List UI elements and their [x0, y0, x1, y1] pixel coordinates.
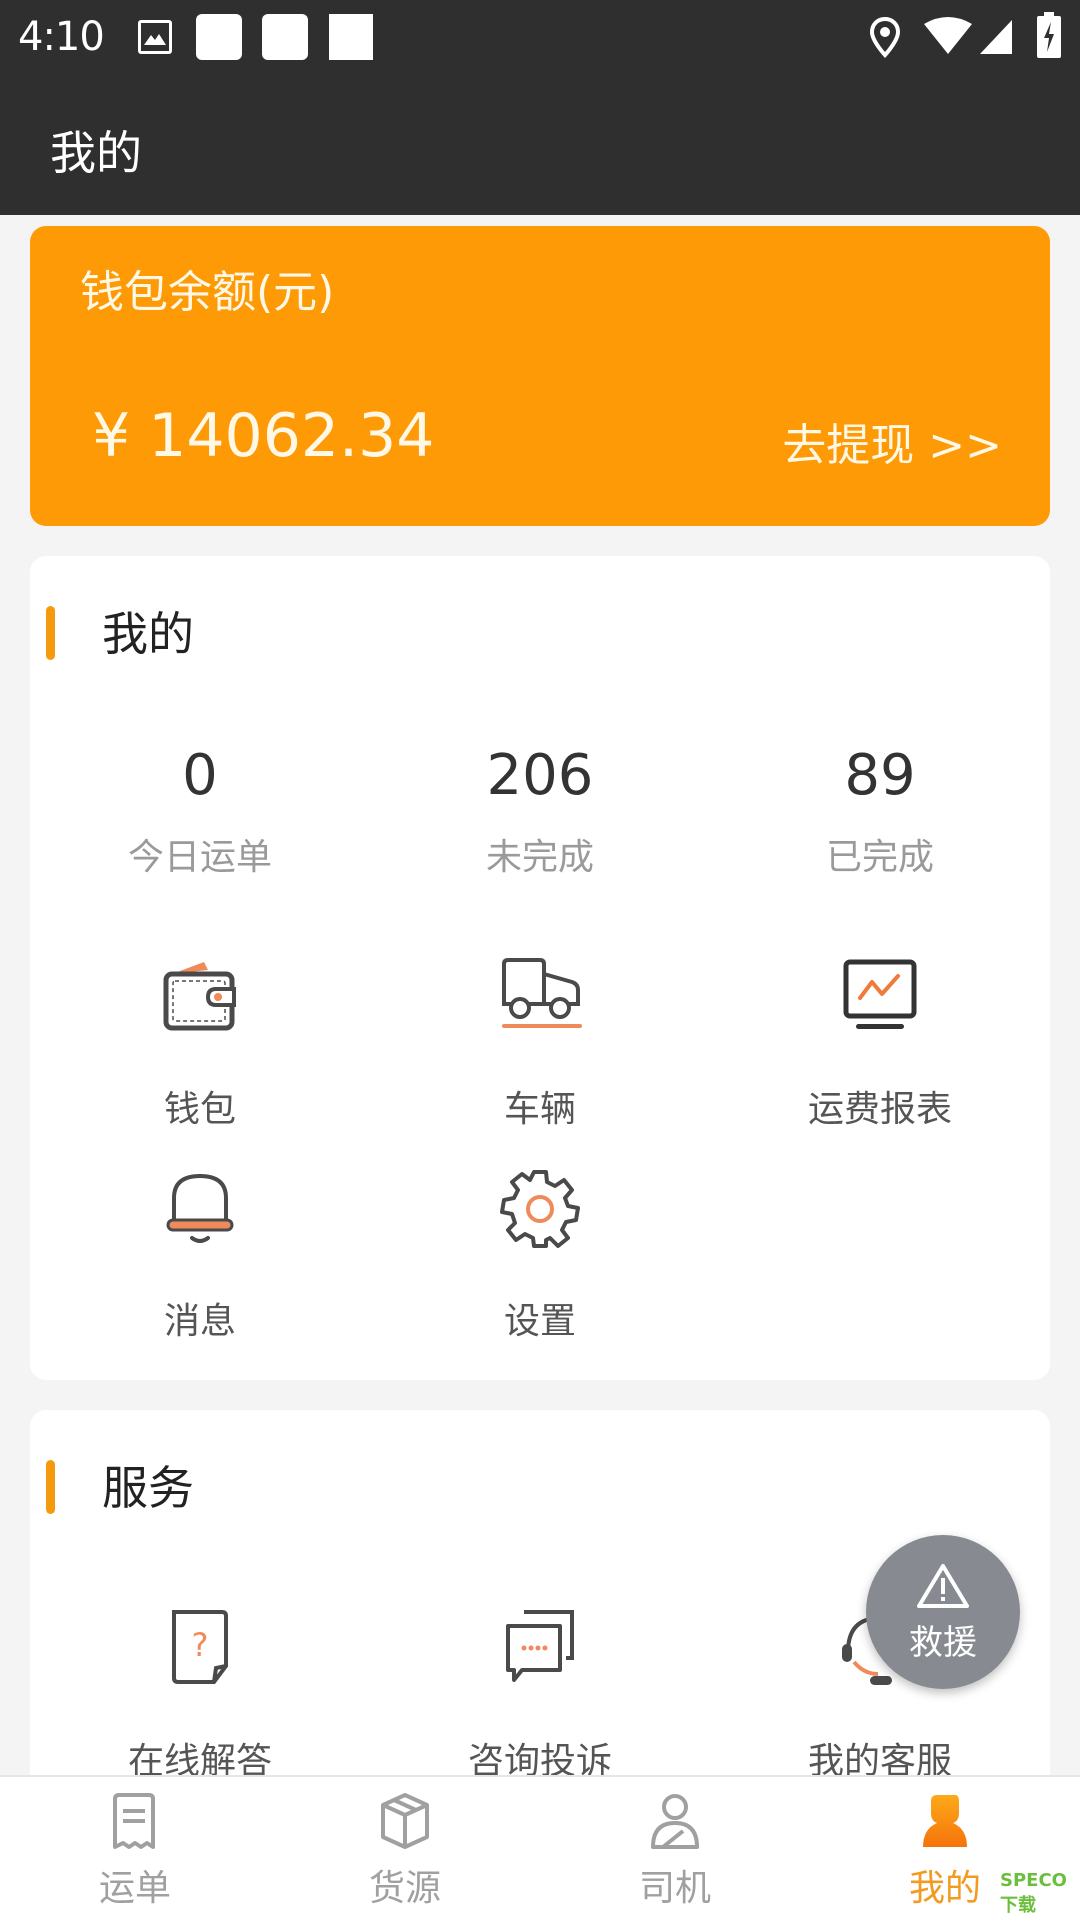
wallet-balance-card[interactable]: 钱包余额(元) ¥14062.34 去提现 >> — [30, 226, 1050, 526]
bell-icon — [166, 1173, 234, 1243]
question-doc-icon: ? — [172, 1610, 228, 1684]
report-chart-icon — [843, 959, 917, 1029]
section-accent-bar — [46, 606, 55, 660]
signal-icon — [980, 20, 1012, 54]
nav-label: 运单 — [98, 1868, 171, 1909]
section-accent-bar — [46, 1460, 55, 1514]
wifi-icon — [924, 17, 972, 54]
notification-placeholder-icon — [329, 14, 373, 60]
grid-item-online-answers[interactable]: ? 在线解答 — [30, 1608, 370, 1784]
battery-charging-icon — [1037, 12, 1061, 58]
stat-value: 0 — [182, 743, 218, 808]
notification-placeholder-icon — [262, 14, 308, 60]
status-time: 4:10 — [18, 14, 105, 60]
package-box-icon — [381, 1793, 429, 1849]
rescue-button[interactable]: 救援 — [866, 1535, 1020, 1689]
grid-item-freight-report[interactable]: 运费报表 — [710, 956, 1050, 1132]
grid-label: 消息 — [163, 1301, 236, 1342]
page-title: 我的 — [50, 126, 142, 180]
nav-label: 司机 — [638, 1868, 711, 1909]
notification-placeholder-icon — [196, 14, 242, 60]
stat-value: 89 — [844, 743, 916, 808]
withdraw-link[interactable]: 去提现 >> — [782, 409, 1002, 473]
nav-label: 货源 — [368, 1868, 441, 1909]
grid-item-consult-complaint[interactable]: 咨询投诉 — [370, 1608, 710, 1784]
svg-text:?: ? — [192, 1626, 209, 1664]
grid-item-settings[interactable]: 设置 — [370, 1168, 710, 1344]
grid-item-wallet[interactable]: 钱包 — [30, 956, 370, 1132]
wallet-balance-amount: ¥14062.34 — [92, 401, 434, 471]
driver-icon — [651, 1794, 699, 1849]
gear-icon — [500, 1170, 580, 1248]
stat-value: 206 — [486, 743, 594, 808]
grid-label: 车辆 — [503, 1089, 576, 1130]
user-icon — [923, 1795, 967, 1847]
wallet-icon — [163, 962, 236, 1031]
image-icon — [138, 20, 172, 54]
wallet-balance-label: 钱包余额(元) — [80, 267, 335, 318]
grid-label: 钱包 — [163, 1089, 236, 1130]
nav-tab-driver[interactable]: 司机 — [540, 1777, 810, 1920]
balance-value: 14062.34 — [148, 401, 435, 471]
nav-tab-waybill[interactable]: 运单 — [0, 1777, 270, 1920]
waybill-icon — [113, 1793, 155, 1849]
app-bar: 我的 — [0, 95, 1080, 215]
section-header: 服务 — [30, 1452, 1050, 1515]
grid-item-messages[interactable]: 消息 — [30, 1168, 370, 1344]
stat-label: 今日运单 — [127, 837, 272, 878]
stat-label: 已完成 — [825, 837, 934, 878]
stat-today-orders[interactable]: 0 今日运单 — [30, 736, 370, 880]
currency-symbol: ¥ — [92, 401, 131, 471]
stat-label: 未完成 — [485, 837, 594, 878]
nav-tab-cargo-source[interactable]: 货源 — [270, 1777, 540, 1920]
order-stats: 0 今日运单 206 未完成 89 已完成 — [30, 736, 1050, 886]
mine-section-card: 我的 0 今日运单 206 未完成 89 已完成 钱包 车辆 运费报表 消息 设… — [30, 556, 1050, 1380]
section-title: 服务 — [102, 1461, 194, 1515]
watermark: SPECO下载 — [1000, 1870, 1067, 1916]
section-title: 我的 — [102, 607, 194, 661]
chat-bubbles-icon — [506, 1610, 574, 1682]
grid-item-vehicle[interactable]: 车辆 — [370, 956, 710, 1132]
stat-incomplete[interactable]: 206 未完成 — [370, 736, 710, 880]
grid-label: 设置 — [503, 1301, 576, 1342]
bottom-nav: 运单 货源 司机 我的 — [0, 1775, 1080, 1920]
location-icon — [869, 16, 901, 58]
stat-completed[interactable]: 89 已完成 — [710, 736, 1050, 880]
truck-icon — [502, 958, 582, 1028]
rescue-label: 救援 — [909, 1623, 977, 1663]
grid-label: 运费报表 — [807, 1089, 952, 1130]
section-header: 我的 — [30, 598, 1050, 661]
warning-triangle-icon — [917, 1564, 969, 1608]
status-bar: 4:10 — [0, 0, 1080, 95]
